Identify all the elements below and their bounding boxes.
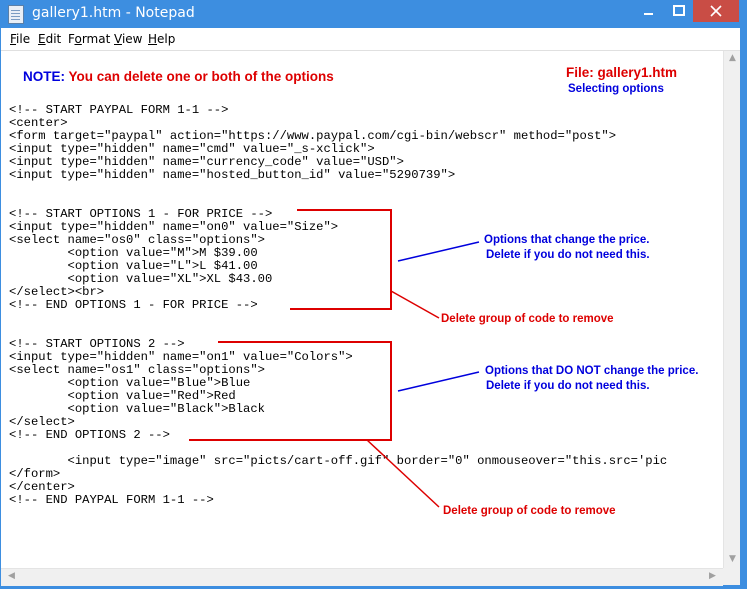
scroll-right-icon[interactable]: ▶ (704, 571, 721, 581)
close-button[interactable] (693, 0, 739, 22)
arrow-line-delete-2 (366, 439, 440, 508)
notepad-window: gallery1.htm - Notepad File Edit Format … (0, 0, 747, 589)
annotation-overlay (189, 209, 480, 508)
notepad-icon (8, 5, 24, 24)
window-border (740, 28, 747, 589)
scroll-left-icon[interactable]: ◀ (3, 571, 20, 581)
menu-view[interactable]: View (114, 32, 142, 46)
scroll-up-icon[interactable]: ▲ (724, 53, 741, 63)
maximize-button[interactable] (663, 0, 693, 22)
arrow-line-delete-1 (390, 290, 440, 319)
menu-edit[interactable]: Edit (38, 32, 61, 46)
menu-file[interactable]: File (10, 32, 30, 46)
horizontal-scrollbar[interactable]: ◀ ▶ (1, 568, 723, 586)
text-editor-area[interactable]: NOTE: You can delete one or both of the … (1, 51, 723, 568)
arrow-line-options-1 (397, 241, 480, 262)
window-title: gallery1.htm - Notepad (32, 5, 195, 21)
maximize-icon (673, 5, 685, 16)
bracket-options-1 (290, 209, 392, 310)
arrow-line-options-2 (397, 371, 480, 392)
size-grip[interactable] (723, 568, 740, 585)
scroll-down-icon[interactable]: ▼ (724, 554, 741, 564)
title-bar[interactable]: gallery1.htm - Notepad (0, 0, 747, 28)
minimize-button[interactable] (633, 0, 663, 22)
bracket-options-2 (189, 341, 392, 441)
menu-format[interactable]: Format (68, 32, 110, 46)
menu-help[interactable]: Help (148, 32, 175, 46)
minimize-icon (644, 13, 653, 15)
menu-bar: File Edit Format View Help (1, 28, 746, 51)
close-icon (710, 5, 722, 17)
vertical-scrollbar[interactable]: ▲ ▼ (723, 51, 741, 568)
